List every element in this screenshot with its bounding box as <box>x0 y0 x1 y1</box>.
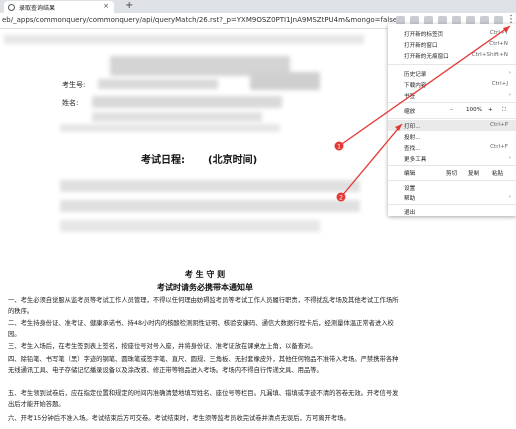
tab-close-icon[interactable]: × <box>103 2 109 10</box>
browser-tab[interactable]: 录取查询结果 × <box>4 1 114 13</box>
paste-button[interactable]: 粘贴 <box>492 169 503 177</box>
exam-number-label: 考生号: <box>62 81 86 89</box>
redacted-line <box>60 124 280 132</box>
tab-title: 录取查询结果 <box>19 4 56 12</box>
menu-item-history[interactable]: 历史记录 › <box>388 68 516 79</box>
menu-item-downloads[interactable]: 下载内容 Ctrl+J <box>388 79 516 90</box>
redacted-block <box>250 72 320 90</box>
redacted-schedule-row <box>60 180 360 192</box>
chevron-right-icon: › <box>508 92 511 98</box>
page-favicon-icon <box>8 3 15 11</box>
url-field[interactable]: eb/_apps/commonquery/commonquery/api/que… <box>2 16 397 24</box>
redacted-name <box>92 96 282 108</box>
menu-item-edit: 编辑 剪切 复制 粘贴 <box>404 169 504 177</box>
chevron-right-icon: › <box>508 155 511 161</box>
redacted-exam-number <box>98 79 218 89</box>
menu-item-exit[interactable]: 退出 <box>388 206 516 217</box>
schedule-timezone: (北京时间) <box>208 155 258 166</box>
menu-item-bookmarks[interactable]: 书签 › <box>388 90 516 101</box>
zoom-out-button[interactable]: – <box>450 107 453 113</box>
fullscreen-icon[interactable]: ⛶ <box>502 107 506 114</box>
rule-paragraph: 三、考生入场后，在考生签到表上签名，按座位号对号入座，并将身份证、准考证放在课桌… <box>8 343 317 350</box>
menu-divider <box>388 204 516 205</box>
chevron-right-icon: › <box>508 194 511 200</box>
redacted-schedule-row <box>60 220 320 232</box>
menu-divider <box>388 102 516 103</box>
menu-divider <box>388 180 516 181</box>
zoom-in-button[interactable]: + <box>488 107 493 113</box>
menu-item-new-tab[interactable]: 打开新的标签页 Ctrl+T <box>388 28 516 39</box>
menu-item-print[interactable]: 打印... Ctrl+P <box>388 120 516 131</box>
name-label: 姓名: <box>62 99 79 107</box>
menu-item-help[interactable]: 帮助 › <box>388 192 516 203</box>
menu-item-incognito[interactable]: 打开新的无痕窗口 Ctrl+Shift+N <box>388 50 516 61</box>
menu-item-find[interactable]: 查找... Ctrl+F <box>388 142 516 153</box>
redacted-line <box>92 112 262 122</box>
schedule-title: 考试日程: <box>141 155 185 166</box>
rule-paragraph: 四、除铅笔、书写笔（黑）字迹的钢笔、圆珠笔或签字笔、直尺、圆规、三角板、无封套橡… <box>8 356 399 374</box>
rule-paragraph: 二、考生持身份证、准考证、健康承诺书、持48小时内的核酸检测阴性证明、核验安康码… <box>8 320 394 338</box>
new-tab-button[interactable]: + <box>125 0 133 11</box>
chevron-right-icon: › <box>508 70 511 76</box>
copy-button[interactable]: 复制 <box>468 169 479 177</box>
menu-item-zoom: 缩放 – 100% + ⛶ <box>404 107 506 115</box>
menu-divider <box>388 165 516 166</box>
redacted-header <box>4 35 364 44</box>
menu-divider <box>388 64 516 65</box>
notice-title: 考试时请务必携带本通知单 <box>157 283 253 292</box>
rules-title: 考 生 守 则 <box>184 270 226 279</box>
cut-button[interactable]: 剪切 <box>446 169 457 177</box>
zoom-level: 100% <box>466 107 482 113</box>
rule-paragraph: 五、考生领到试卷后，应在指定位置和规定的时间内准确清楚地填写姓名、座位号等栏目。… <box>8 390 399 408</box>
rule-paragraph: 一、考生必须自觉服从监考员等考试工作人员管理，不得以任何理由妨碍监考员等考试工作… <box>8 297 399 315</box>
menu-item-more-tools[interactable]: 更多工具 › <box>388 153 516 164</box>
menu-item-new-window[interactable]: 打开新的窗口 Ctrl+N <box>388 39 516 50</box>
browser-menu: 打开新的标签页 Ctrl+T 打开新的窗口 Ctrl+N 打开新的无痕窗口 Ct… <box>388 24 516 216</box>
rule-paragraph: 六、开考15分钟后不准入场。考试结束后方可交卷。考试结束时，考生须等监考员收完试… <box>8 415 350 422</box>
menu-divider <box>388 118 516 119</box>
tab-strip: 录取查询结果 × + <box>0 0 516 13</box>
menu-item-cast[interactable]: 投射... <box>388 131 516 142</box>
redacted-schedule-row <box>60 200 360 212</box>
